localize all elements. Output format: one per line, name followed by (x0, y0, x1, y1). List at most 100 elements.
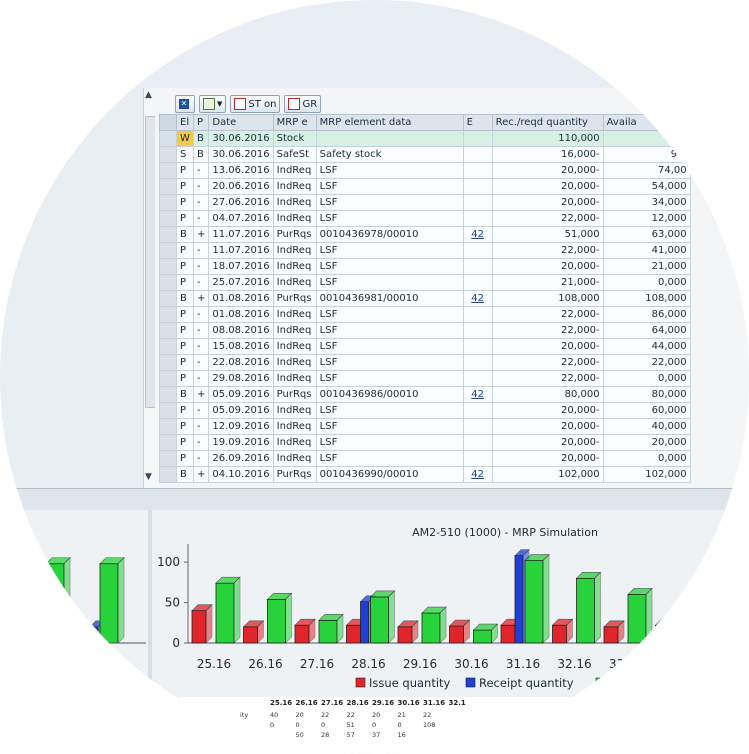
table-row[interactable]: P -01.08.2016 IndReq LSF 22,000- 86,000 (159, 306, 691, 323)
table-cell-e[interactable]: 42 (462, 466, 493, 483)
table-cell-mrp: IndReq (272, 370, 317, 387)
row-selector[interactable] (159, 242, 177, 259)
table-row[interactable]: P -05.09.2016 IndReq LSF 20,000- 60,000 (159, 402, 691, 419)
row-selector[interactable] (159, 450, 177, 467)
table-row[interactable]: P -22.08.2016 IndReq LSF 22,000- 22,000 (159, 354, 691, 371)
table-row[interactable]: P -15.08.2016 IndReq LSF 20,000- 44,000 (159, 338, 691, 355)
table-row[interactable]: P -12.09.2016 IndReq LSF 20,000- 40,000 (159, 418, 691, 435)
row-selector[interactable] (159, 418, 177, 435)
bar-receipt-quantity (514, 555, 524, 644)
left-pane (0, 88, 143, 488)
column-header[interactable]: El (176, 114, 194, 131)
table-cell-e (462, 354, 493, 371)
column-header[interactable]: MRP e (272, 114, 317, 131)
row-selector[interactable] (159, 162, 177, 179)
column-header[interactable]: Availa (602, 114, 691, 131)
table-row[interactable]: P -04.07.2016 IndReq LSF 22,000- 12,000 (159, 210, 691, 227)
table-cell-data: LSF (315, 370, 464, 387)
column-header[interactable]: Rec./reqd quantity (491, 114, 604, 131)
x-tick-label: 33.16 (609, 657, 643, 671)
legend-swatch (465, 677, 476, 688)
row-selector[interactable] (159, 146, 177, 163)
table-row[interactable]: B +01.08.2016 PurRqs 0010436981/00010 42 108,… (159, 290, 691, 307)
row-selector[interactable] (159, 338, 177, 355)
table-cell-mrp: Stock (272, 130, 317, 147)
column-header[interactable]: E (462, 114, 493, 131)
table-cell-date: 12.09.2016 (208, 418, 274, 435)
table-cell-e (462, 418, 493, 435)
table-cell-e[interactable]: 42 (462, 386, 493, 403)
table-row[interactable]: P -11.07.2016 IndReq LSF 22,000- 41,000 (159, 242, 691, 259)
table-cell-e (462, 370, 493, 387)
chart-pane: AM2-510 (1000) - MRP Simulation 0 50 100 25.… (0, 510, 749, 754)
row-selector[interactable] (159, 386, 177, 403)
row-selector[interactable] (159, 466, 177, 483)
column-header[interactable]: Date (208, 114, 274, 131)
st-on-button[interactable]: ST on (230, 95, 281, 113)
table-cell-e[interactable]: 42 (462, 226, 493, 243)
scroll-down-icon[interactable]: ▼ (145, 472, 152, 482)
table-row[interactable]: B +11.07.2016 PurRqs 0010436978/00010 42 51,0… (159, 226, 691, 243)
table-row[interactable]: P -27.06.2016 IndReq LSF 20,000- 34,000 (159, 194, 691, 211)
row-selector[interactable] (159, 130, 177, 147)
column-header[interactable]: P (192, 114, 210, 131)
gr-button[interactable]: GR (284, 95, 322, 113)
table-cell-p: - (192, 194, 210, 211)
table-cell-mrp: IndReq (272, 338, 317, 355)
table-cell-mrp: SafeSt (272, 146, 317, 163)
table-cell-e (462, 306, 493, 323)
table-cell-date: 20.06.2016 (208, 178, 274, 195)
table-row[interactable]: P -18.07.2016 IndReq LSF 20,000- 21,000 (159, 258, 691, 275)
splitter-bar[interactable] (0, 488, 749, 512)
close-details-button[interactable]: ✕ (175, 95, 195, 113)
x-tick-label: 32.16 (557, 657, 591, 671)
table-row[interactable]: B +05.09.2016 PurRqs 0010436986/00010 42 80,0… (159, 386, 691, 403)
table-row[interactable]: B +04.10.2016 PurRqs 0010436990/00010 42 102,… (159, 466, 691, 483)
table-cell-avail: 108,000 (602, 290, 691, 307)
row-selector[interactable] (159, 402, 177, 419)
table-cell-qty: 22,000- (491, 306, 604, 323)
row-selector[interactable] (159, 434, 177, 451)
table-row[interactable]: P -26.09.2016 IndReq LSF 20,000- 0,000 (159, 450, 691, 467)
x-tick-label: 31.16 (506, 657, 540, 671)
table-cell-avail: 20,000 (602, 434, 691, 451)
table-cell-qty: 22,000- (491, 370, 604, 387)
row-selector[interactable] (159, 290, 177, 307)
row-selector[interactable] (159, 258, 177, 275)
summary-header: 32.1 (449, 699, 466, 707)
table-cell-el: P (176, 450, 194, 467)
table-row[interactable]: P -25.07.2016 IndReq LSF 21,000- 0,000 (159, 274, 691, 291)
table-cell-e (462, 242, 493, 259)
summary-cell: 108 (423, 721, 435, 729)
table-cell-e[interactable]: 42 (462, 290, 493, 307)
row-selector[interactable] (159, 226, 177, 243)
table-cell-el: P (176, 306, 194, 323)
table-row[interactable]: P -08.08.2016 IndReq LSF 22,000- 64,000 (159, 322, 691, 339)
row-selector[interactable] (159, 178, 177, 195)
table-row[interactable]: P -19.09.2016 IndReq LSF 20,000- 20,000 (159, 434, 691, 451)
row-selector[interactable] (159, 194, 177, 211)
row-selector[interactable] (159, 354, 177, 371)
row-selector[interactable] (159, 370, 177, 387)
table-row[interactable]: P -29.08.2016 IndReq LSF 22,000- 0,000 (159, 370, 691, 387)
x-tick-label: 28.16 (351, 657, 385, 671)
row-selector[interactable] (159, 210, 177, 227)
table-row[interactable]: P -13.06.2016 IndReq LSF 20,000- 74,00 (159, 162, 691, 179)
bar-issue-quantity (603, 626, 619, 644)
table-row[interactable]: P -20.06.2016 IndReq LSF 20,000- 54,000 (159, 178, 691, 195)
layout-dropdown-button[interactable]: ▼ (199, 95, 227, 113)
table-row[interactable]: S B 30.06.2016 SafeSt Safety stock 16,000- 94, (159, 146, 691, 163)
row-selector[interactable] (159, 306, 177, 323)
select-all-cell[interactable] (159, 114, 177, 131)
scroll-up-icon[interactable]: ▲ (145, 90, 152, 100)
legend-label: Receipt quantity (479, 676, 574, 690)
column-header[interactable]: MRP element data (315, 114, 464, 131)
table-row[interactable]: W B 30.06.2016 Stock 110,000 1 (159, 130, 691, 147)
left-bar (45, 563, 65, 644)
row-selector[interactable] (159, 322, 177, 339)
table-cell-mrp: IndReq (272, 178, 317, 195)
table-cell-p: - (192, 450, 210, 467)
table-cell-avail: 80,000 (602, 386, 691, 403)
row-selector[interactable] (159, 274, 177, 291)
table-cell-data: LSF (315, 194, 464, 211)
